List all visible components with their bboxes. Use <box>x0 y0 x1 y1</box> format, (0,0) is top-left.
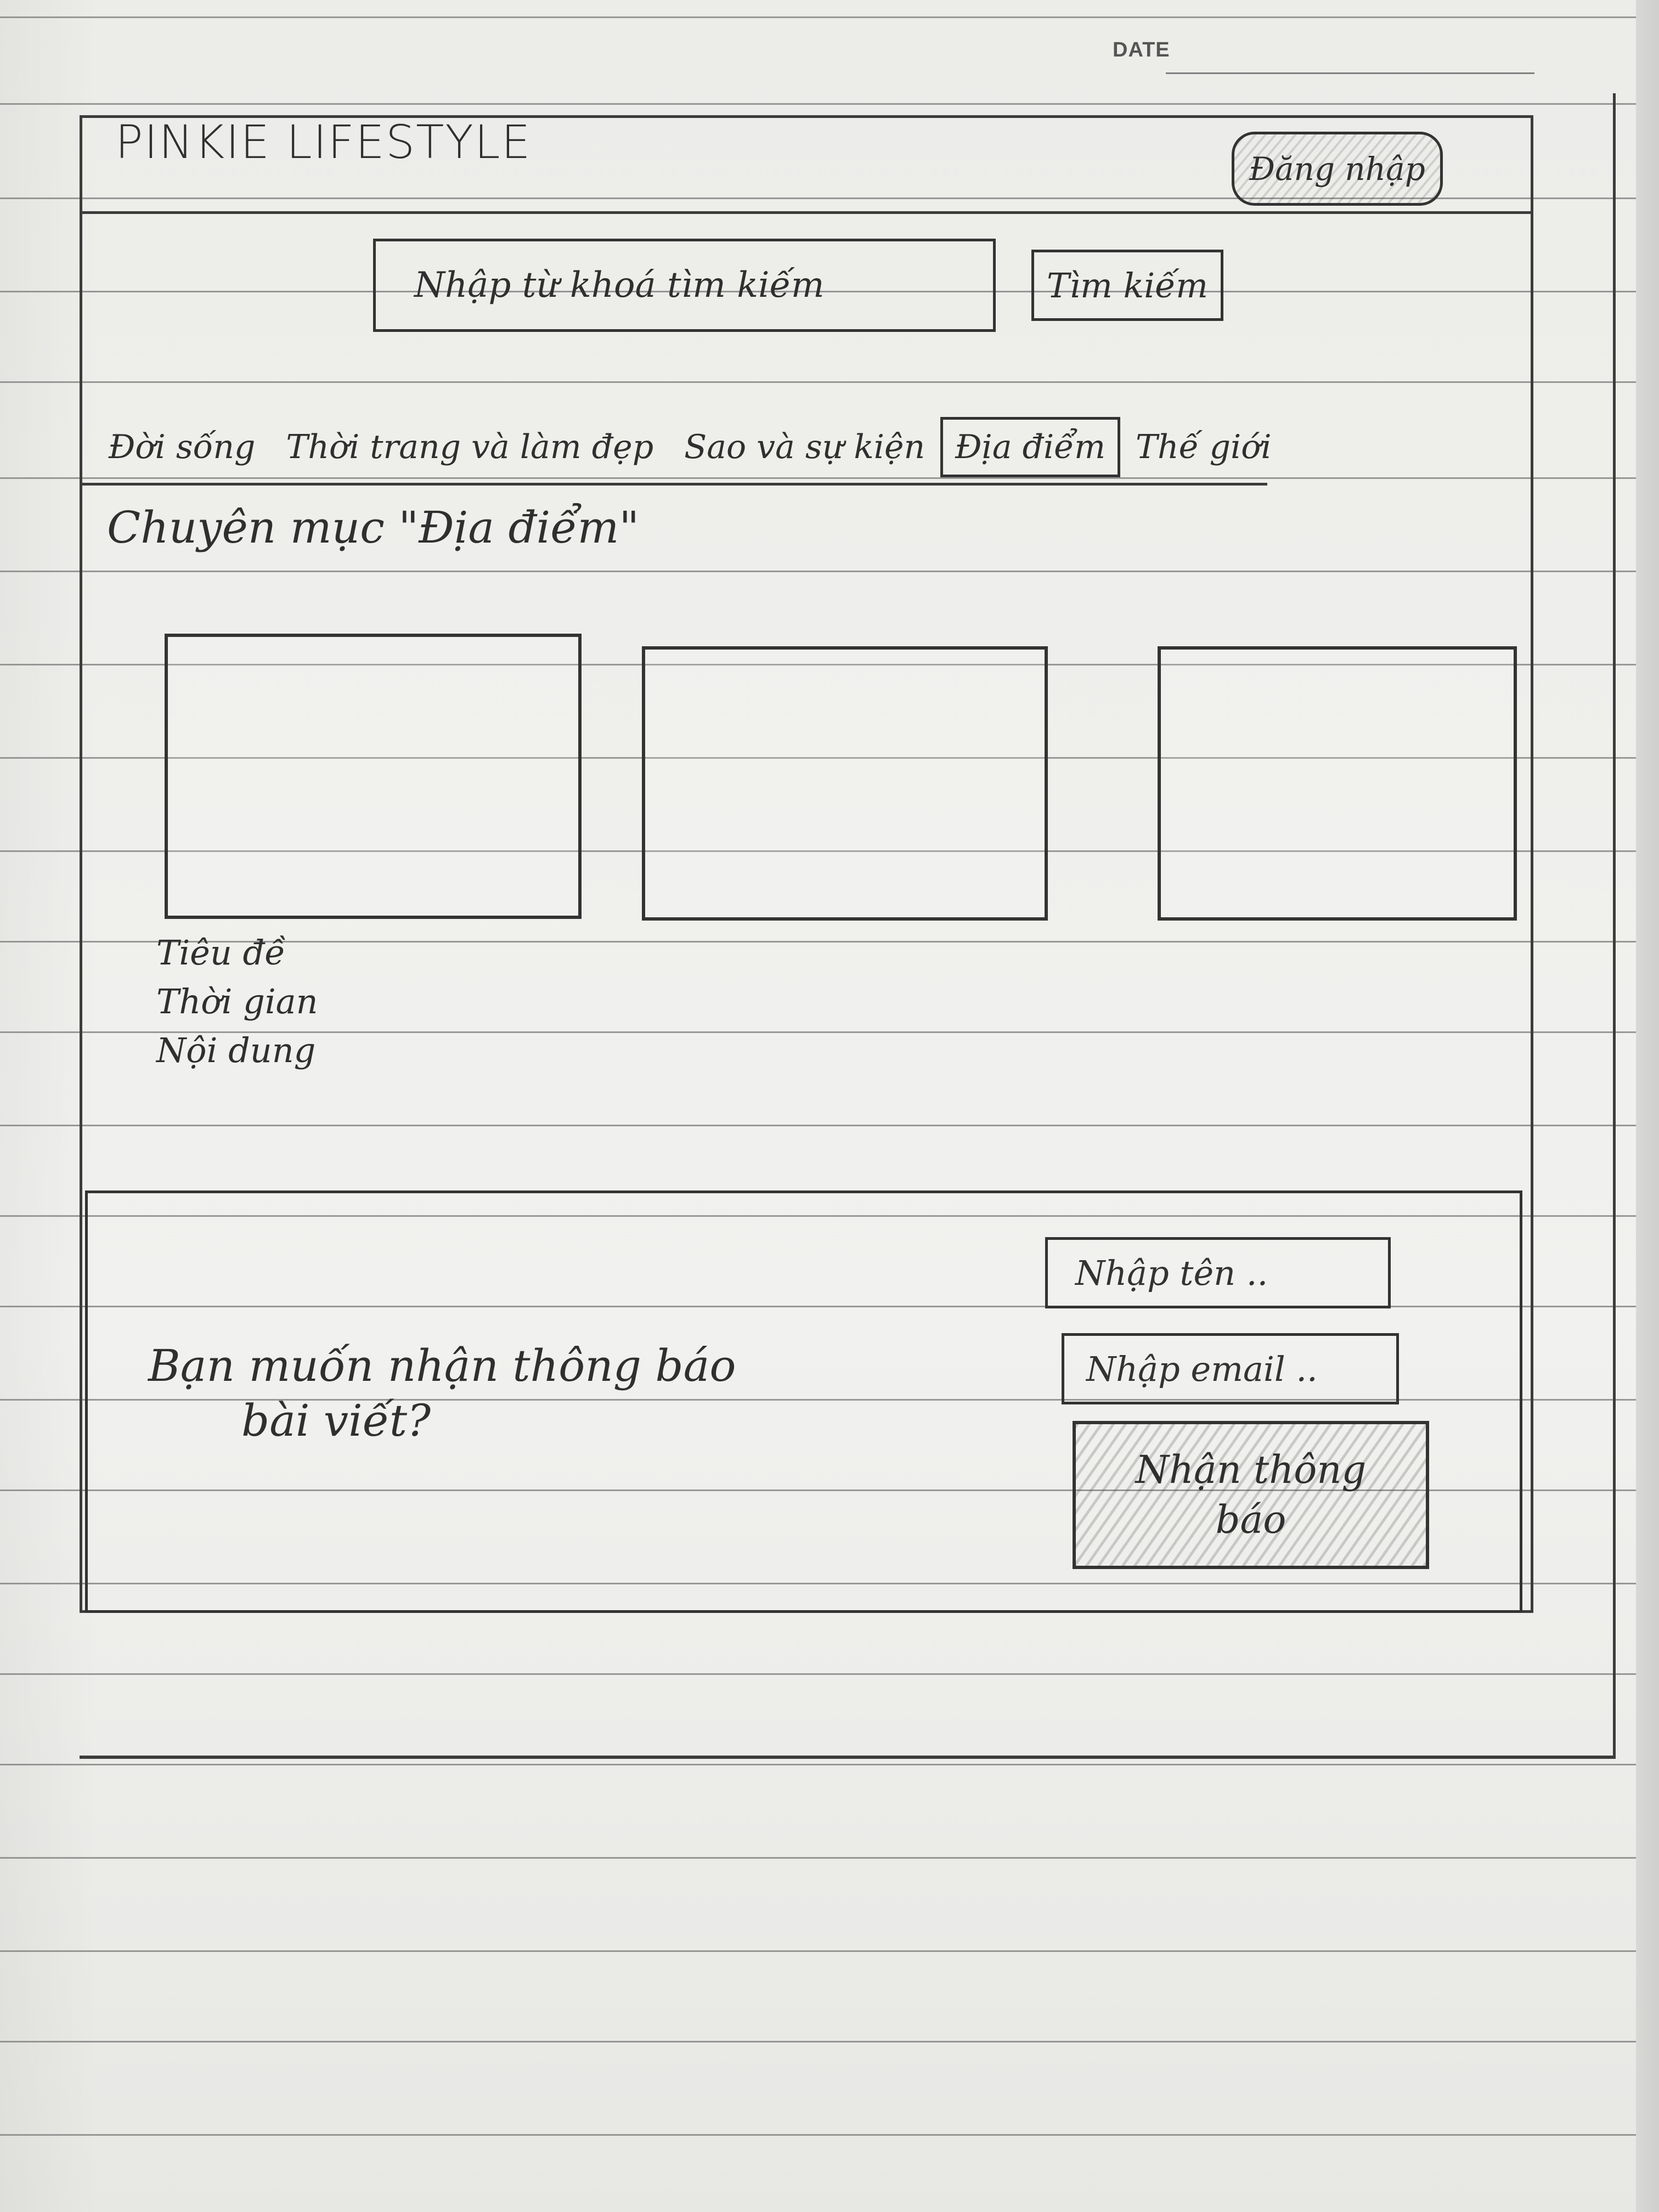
article-card-image[interactable] <box>1158 646 1517 921</box>
subscribe-question: Bạn muốn nhận thông báo bài viết? <box>148 1339 752 1448</box>
notebook-binding-edge <box>1636 0 1659 2212</box>
nav-item-dia-diem[interactable]: Địa điểm <box>940 417 1120 477</box>
ruled-line <box>0 1764 1659 1765</box>
subscribe-button[interactable]: Nhận thông báo <box>1073 1421 1429 1569</box>
category-heading: Chuyên mục "Địa điểm" <box>107 502 640 553</box>
article-card-image[interactable] <box>642 646 1048 921</box>
ruled-line <box>0 2134 1659 2136</box>
ruled-line <box>0 1673 1659 1675</box>
date-label: DATE <box>1113 38 1170 61</box>
subscribe-question-line2: bài viết? <box>241 1395 431 1446</box>
name-field[interactable]: Nhập tên .. <box>1045 1237 1391 1308</box>
ruled-line <box>0 1857 1659 1859</box>
article-content: Nội dung <box>156 1030 316 1070</box>
nav-item-the-gioi[interactable]: Thế giới <box>1120 417 1287 477</box>
nav-item-sao-su-kien[interactable]: Sao và sự kiện <box>669 417 940 477</box>
nav-item-thoi-trang-lam-dep[interactable]: Thời trang và làm đẹp <box>270 417 669 477</box>
ruled-line <box>0 103 1659 105</box>
ruled-line <box>0 2041 1659 2042</box>
article-time: Thời gian <box>156 981 318 1022</box>
ruled-line <box>0 16 1659 18</box>
brand-logo[interactable]: PINKIE LIFESTYLE <box>115 115 532 169</box>
page-right-edge <box>1613 93 1616 1756</box>
article-card-meta: Tiêu đề Thời gian Nội dung <box>156 933 318 1070</box>
nav-underline <box>82 483 1267 486</box>
page-bottom-edge <box>80 1756 1616 1759</box>
article-card-image[interactable] <box>165 634 582 919</box>
ruled-line <box>0 1950 1659 1952</box>
article-title[interactable]: Tiêu đề <box>156 933 318 973</box>
email-field[interactable]: Nhập email .. <box>1062 1333 1399 1404</box>
login-button[interactable]: Đăng nhập <box>1232 132 1443 206</box>
nav-item-doi-song[interactable]: Đời sống <box>93 417 270 477</box>
search-button[interactable]: Tìm kiếm <box>1031 250 1223 321</box>
search-input[interactable]: Nhập từ khoá tìm kiếm <box>373 239 996 332</box>
subscribe-question-line1: Bạn muốn nhận thông báo <box>148 1340 736 1391</box>
category-nav: Đời sống Thời trang và làm đẹp Sao và sự… <box>93 417 1287 477</box>
date-line <box>1166 72 1534 74</box>
header-divider <box>80 211 1533 214</box>
